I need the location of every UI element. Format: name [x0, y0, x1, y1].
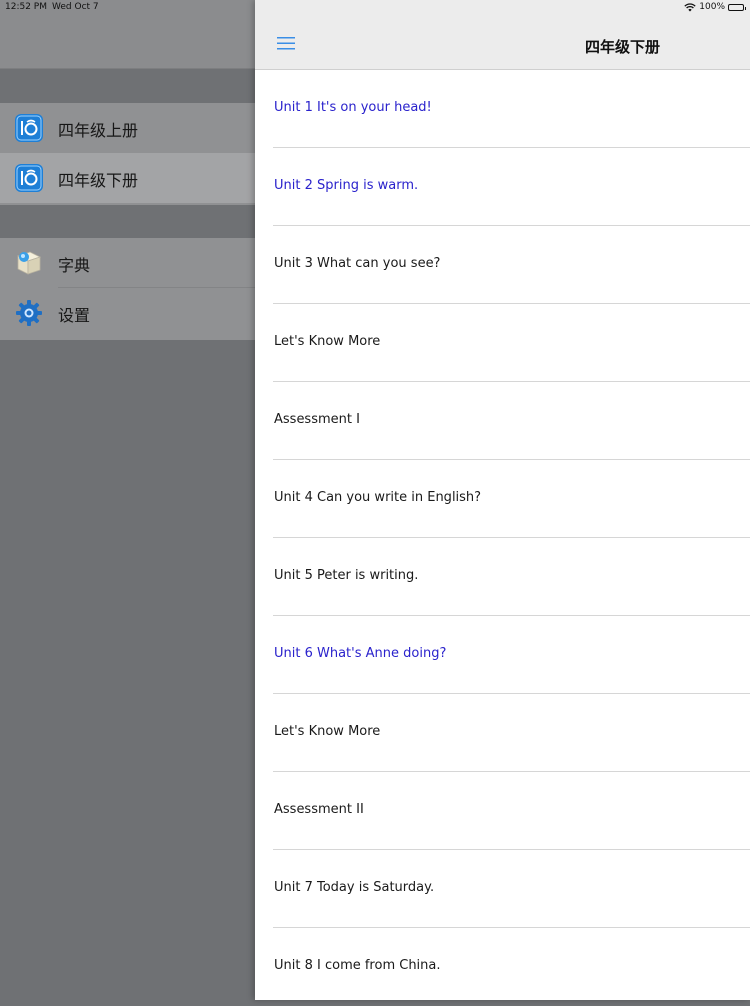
- list-item[interactable]: Assessment II: [255, 772, 750, 850]
- list-item-label: Assessment II: [274, 802, 364, 817]
- list-item[interactable]: Unit 6 What's Anne doing?: [255, 616, 750, 694]
- list-item[interactable]: Let's Know More: [255, 694, 750, 772]
- sidebar-item-grade4-vol1[interactable]: 四年级上册: [0, 103, 255, 153]
- list-item[interactable]: Unit 7 Today is Saturday.: [255, 850, 750, 928]
- unit-list: Unit 1 It's on your head! Unit 2 Spring …: [255, 70, 750, 1006]
- list-item[interactable]: Let's Know More: [255, 304, 750, 382]
- list-item-label: Unit 7 Today is Saturday.: [274, 880, 435, 895]
- status-indicators: 100%: [684, 2, 746, 12]
- sidebar-item-dictionary[interactable]: 字典: [0, 238, 255, 288]
- sidebar-item-label: 四年级上册: [58, 121, 139, 140]
- list-item-label: Unit 2 Spring is warm.: [274, 178, 419, 193]
- gear-icon: [16, 300, 42, 326]
- sidebar: 四年级上册 四年级下册 字典 设置: [0, 0, 255, 1000]
- list-item-label: Assessment I: [274, 412, 360, 427]
- wifi-icon: [684, 2, 696, 11]
- list-item[interactable]: Assessment I: [255, 382, 750, 460]
- page-title: 四年级下册: [585, 38, 661, 56]
- book-app-icon: [15, 114, 43, 142]
- list-item[interactable]: Unit 1 It's on your head!: [255, 70, 750, 148]
- list-item-label: Unit 3 What can you see?: [274, 256, 441, 271]
- list-item[interactable]: Unit 4 Can you write in English?: [255, 460, 750, 538]
- sidebar-item-label: 字典: [58, 256, 91, 275]
- list-item-label: Unit 6 What's Anne doing?: [274, 646, 447, 661]
- menu-button[interactable]: [277, 36, 295, 51]
- list-item[interactable]: Unit 2 Spring is warm.: [255, 148, 750, 226]
- status-time: 12:52 PM: [5, 2, 47, 12]
- battery-percent: 100%: [699, 2, 725, 12]
- book-app-icon: [15, 164, 43, 192]
- list-item[interactable]: Unit 5 Peter is writing.: [255, 538, 750, 616]
- list-item[interactable]: Unit 8 I come from China.: [255, 928, 750, 1006]
- list-item-label: Unit 8 I come from China.: [274, 958, 441, 973]
- status-date: Wed Oct 7: [52, 2, 99, 12]
- sidebar-item-label: 四年级下册: [58, 171, 139, 190]
- list-item[interactable]: Unit 3 What can you see?: [255, 226, 750, 304]
- sidebar-books-group: 四年级上册 四年级下册: [0, 103, 255, 205]
- main-panel: 四年级下册 Unit 1 It's on your head! Unit 2 S…: [255, 0, 750, 1000]
- sidebar-item-label: 设置: [58, 306, 91, 325]
- list-item-label: Unit 4 Can you write in English?: [274, 490, 482, 505]
- list-item-label: Let's Know More: [274, 334, 381, 349]
- menu-icon: [277, 37, 295, 50]
- status-bar: 12:52 PM Wed Oct 7 100%: [0, 0, 750, 16]
- sidebar-item-grade4-vol2[interactable]: 四年级下册: [0, 153, 255, 203]
- sidebar-item-settings[interactable]: 设置: [0, 288, 255, 338]
- sidebar-tools-group: 字典 设置: [0, 238, 255, 340]
- list-item-label: Unit 1 It's on your head!: [274, 100, 432, 115]
- list-item-label: Let's Know More: [274, 724, 381, 739]
- list-item-label: Unit 5 Peter is writing.: [274, 568, 419, 583]
- dictionary-icon: [16, 251, 42, 275]
- battery-icon: [728, 3, 746, 11]
